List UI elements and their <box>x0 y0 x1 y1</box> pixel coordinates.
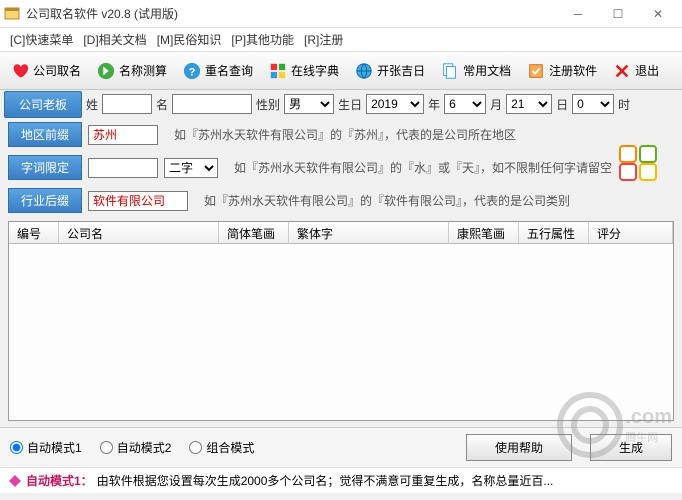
table-body[interactable] <box>9 244 673 420</box>
tool-name-test[interactable]: 名称测算 <box>90 57 174 85</box>
day-unit: 日 <box>556 96 568 113</box>
region-prefix-button[interactable]: 地区前缀 <box>8 122 82 147</box>
flag-icon <box>269 62 287 80</box>
question-icon: ? <box>183 62 201 80</box>
heart-icon <box>11 62 29 80</box>
col-kangxi-strokes[interactable]: 康熙笔画 <box>449 222 519 243</box>
results-table: 编号 公司名 简体笔画 繁体字 康熙笔画 五行属性 评分 <box>8 221 674 421</box>
birth-label: 生日 <box>338 96 362 113</box>
mode-combo[interactable]: 组合模式 <box>189 439 254 456</box>
year-select[interactable]: 2019 <box>366 94 424 114</box>
region-hint: 如『苏州水天软件有限公司』的『苏州』，代表的是公司所在地区 <box>174 126 516 143</box>
surname-input[interactable] <box>102 94 152 114</box>
menu-folk[interactable]: [M]民俗知识 <box>153 29 226 50</box>
col-company-name[interactable]: 公司名 <box>59 222 219 243</box>
tool-register[interactable]: 注册软件 <box>520 57 604 85</box>
register-icon <box>527 62 545 80</box>
menu-docs[interactable]: [D]相关文档 <box>79 29 150 50</box>
surname-label: 姓 <box>86 96 98 113</box>
status-mode-label: 自动模式1： <box>26 472 93 489</box>
year-unit: 年 <box>428 96 440 113</box>
col-score[interactable]: 评分 <box>589 222 673 243</box>
hour-select[interactable]: 0 <box>572 94 614 114</box>
arrow-right-icon <box>97 62 115 80</box>
tool-common-docs[interactable]: 常用文档 <box>434 57 518 85</box>
month-select[interactable]: 6 <box>444 94 486 114</box>
svg-text:?: ? <box>189 66 196 78</box>
close-button[interactable]: ✕ <box>638 0 678 28</box>
tool-lucky-day[interactable]: 开张吉日 <box>348 57 432 85</box>
given-label: 名 <box>156 96 168 113</box>
minimize-button[interactable]: ─ <box>558 0 598 28</box>
maximize-button[interactable]: ☐ <box>598 0 638 28</box>
tool-exit[interactable]: 退出 <box>606 57 666 85</box>
tool-duplicate-check[interactable]: ?重名查询 <box>176 57 260 85</box>
day-select[interactable]: 21 <box>506 94 552 114</box>
gender-select[interactable]: 男 <box>284 94 334 114</box>
tab-company-owner[interactable]: 公司老板 <box>4 91 82 118</box>
office-icon <box>614 140 662 184</box>
tool-online-dict[interactable]: 在线字典 <box>262 57 346 85</box>
menu-quick[interactable]: [C]快速菜单 <box>6 29 77 50</box>
globe-icon <box>355 62 373 80</box>
menu-register[interactable]: [R]注册 <box>300 29 347 50</box>
tool-company-naming[interactable]: 公司取名 <box>4 57 88 85</box>
close-icon <box>613 62 631 80</box>
window-title: 公司取名软件 v20.8 (试用版) <box>26 5 558 22</box>
col-wuxing[interactable]: 五行属性 <box>519 222 589 243</box>
word-input[interactable] <box>88 158 158 178</box>
given-input[interactable] <box>172 94 252 114</box>
mode-auto1[interactable]: 自动模式1 <box>10 439 82 456</box>
month-unit: 月 <box>490 96 502 113</box>
word-count-select[interactable]: 二字 <box>164 158 218 178</box>
industry-hint: 如『苏州水天软件有限公司』的『软件有限公司』，代表的是公司类别 <box>204 192 570 209</box>
hour-unit: 时 <box>618 96 630 113</box>
col-simplified-strokes[interactable]: 简体笔画 <box>219 222 289 243</box>
app-icon <box>4 6 20 22</box>
mode-auto2[interactable]: 自动模式2 <box>100 439 172 456</box>
help-button[interactable]: 使用帮助 <box>466 434 572 461</box>
region-input[interactable] <box>88 125 158 145</box>
menu-other[interactable]: [P]其他功能 <box>227 29 298 50</box>
industry-input[interactable] <box>88 191 188 211</box>
word-hint: 如『苏州水天软件有限公司』的『水』或『天』，如不限制任何字请留空 <box>234 159 612 176</box>
copy-icon <box>441 62 459 80</box>
col-index[interactable]: 编号 <box>9 222 59 243</box>
industry-suffix-button[interactable]: 行业后缀 <box>8 188 82 213</box>
word-limit-button[interactable]: 字词限定 <box>8 155 82 180</box>
diamond-icon <box>8 474 22 488</box>
status-text: 由软件根据您设置每次生成2000多个公司名；觉得不满意可重复生成，名称总量近百.… <box>97 472 554 489</box>
col-traditional[interactable]: 繁体字 <box>289 222 449 243</box>
generate-button[interactable]: 生成 <box>590 434 672 461</box>
gender-label: 性别 <box>256 96 280 113</box>
